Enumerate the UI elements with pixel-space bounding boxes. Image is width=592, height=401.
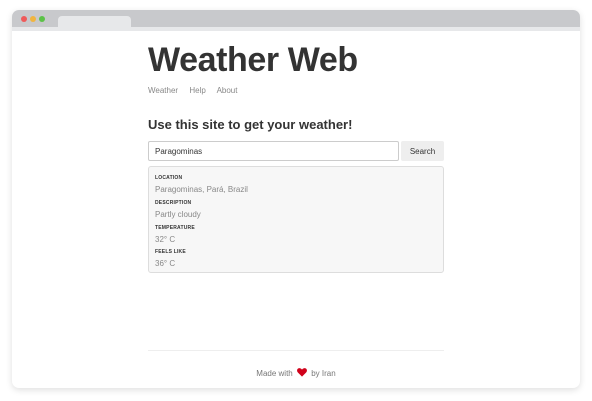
location-value: Paragominas, Pará, Brazil — [155, 185, 248, 194]
footer-prefix: Made with — [256, 369, 293, 378]
description-label: DESCRIPTION — [155, 200, 192, 206]
feels-like-label: FEELS LIKE — [155, 249, 186, 255]
page-title: Weather Web — [148, 41, 358, 79]
heart-icon — [297, 368, 307, 377]
feels-like-value: 36° C — [155, 259, 176, 268]
main-nav: Weather Help About — [148, 86, 246, 95]
location-search-input[interactable] — [148, 141, 399, 161]
temperature-label: TEMPERATURE — [155, 225, 195, 231]
footer-divider — [148, 350, 444, 351]
temperature-value: 32° C — [155, 235, 176, 244]
search-button[interactable]: Search — [401, 141, 444, 161]
nav-link-help[interactable]: Help — [189, 86, 205, 95]
nav-link-weather[interactable]: Weather — [148, 86, 178, 95]
description-value: Partly cloudy — [155, 210, 201, 219]
page-content: Weather Web Weather Help About Use this … — [0, 0, 592, 401]
footer: Made with by Iran — [148, 368, 444, 378]
footer-suffix: by Iran — [311, 369, 336, 378]
page-heading: Use this site to get your weather! — [148, 117, 353, 132]
weather-results-panel: LOCATION Paragominas, Pará, Brazil DESCR… — [148, 166, 444, 273]
location-label: LOCATION — [155, 175, 183, 181]
nav-link-about[interactable]: About — [217, 86, 238, 95]
